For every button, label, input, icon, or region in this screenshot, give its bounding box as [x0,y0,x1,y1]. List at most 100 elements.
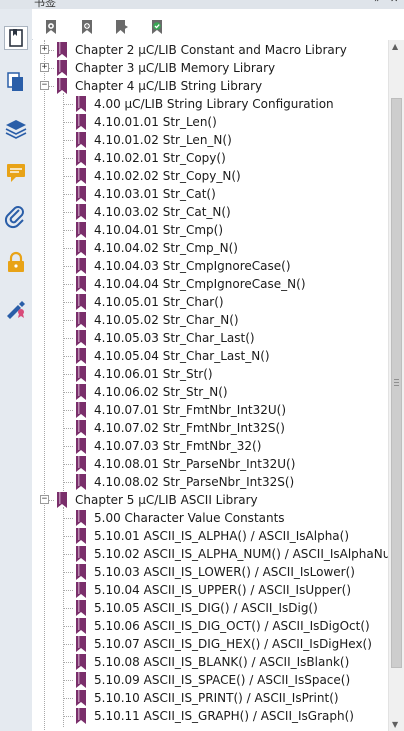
bookmark-item[interactable]: 5.00 Character Value Constants [32,509,388,527]
bookmark-icon [75,654,87,670]
tree-connector-line [63,284,73,285]
tree-connector-line [63,140,73,141]
collapse-toggle-icon[interactable]: − [40,81,49,90]
collapse-panel-button[interactable]: » [374,0,380,5]
bookmark-item[interactable]: 4.10.08.01 Str_ParseNbr_Int32U() [32,455,388,473]
bookmark-label: 4.10.08.01 Str_ParseNbr_Int32U() [94,457,296,471]
bookmark-label: 4.10.04.04 Str_CmpIgnoreCase_N() [94,277,306,291]
tag-bookmark-icon[interactable] [148,18,166,36]
bookmark-icon [75,582,87,598]
bookmark-icon [75,690,87,706]
bookmark-item[interactable]: 4.10.02.02 Str_Copy_N() [32,167,388,185]
bookmark-item[interactable]: 5.10.09 ASCII_IS_SPACE() / ASCII_IsSpace… [32,671,388,689]
expand-toggle-icon[interactable]: + [40,45,49,54]
close-panel-button[interactable]: ✕ [390,0,398,5]
tree-connector-line [63,194,73,195]
bookmark-label: 4.00 µC/LIB String Library Configuration [94,97,334,111]
bookmark-chapter-item[interactable]: − Chapter 5 µC/LIB ASCII Library [32,491,388,509]
expand-bookmark-icon[interactable] [78,18,96,36]
bookmark-tree[interactable]: + Chapter 2 µC/LIB Constant and Macro Lib… [32,40,388,731]
bookmark-icon [75,366,87,382]
bookmark-item[interactable]: 4.10.05.02 Str_Char_N() [32,311,388,329]
tree-connector-line [63,158,73,159]
bookmark-label: 4.10.01.02 Str_Len_N() [94,133,232,147]
collapse-toggle-icon[interactable]: − [40,495,49,504]
bookmark-icon [75,240,87,256]
bookmark-item[interactable]: 5.10.04 ASCII_IS_UPPER() / ASCII_IsUpper… [32,581,388,599]
bookmark-label: 4.10.05.01 Str_Char() [94,295,224,309]
expand-toggle-icon[interactable]: + [40,63,49,72]
bookmark-icon [75,600,87,616]
bookmark-item[interactable]: 4.10.07.01 Str_FmtNbr_Int32U() [32,401,388,419]
bookmark-item[interactable]: 4.10.02.01 Str_Copy() [32,149,388,167]
scrollbar-thumb[interactable] [391,98,402,668]
bookmark-item[interactable]: 5.10.02 ASCII_IS_ALPHA_NUM() / ASCII_IsA… [32,545,388,563]
bookmark-icon [75,456,87,472]
bookmark-item[interactable]: 5.10.10 ASCII_IS_PRINT() / ASCII_IsPrint… [32,689,388,707]
bookmarks-toolbar [32,9,404,39]
tree-connector-line [63,428,73,429]
bookmark-icon [75,564,87,580]
layers-icon[interactable] [4,116,28,140]
bookmark-label: 4.10.08.02 Str_ParseNbr_Int32S() [94,475,295,489]
comments-icon[interactable] [4,161,28,185]
pages-thumbnails-icon[interactable] [4,70,28,94]
bookmark-item[interactable]: 4.10.04.01 Str_Cmp() [32,221,388,239]
bookmark-item[interactable]: 4.10.08.02 Str_ParseNbr_Int32S() [32,473,388,491]
bookmark-item[interactable]: 4.10.04.02 Str_Cmp_N() [32,239,388,257]
security-lock-icon[interactable] [4,250,28,274]
bookmark-item[interactable]: 4.10.07.02 Str_FmtNbr_Int32S() [32,419,388,437]
bookmark-item[interactable]: 4.10.05.01 Str_Char() [32,293,388,311]
tree-connector-line [63,302,73,303]
tree-connector-line [63,248,73,249]
page-view-icon[interactable] [4,26,28,50]
bookmark-chapter-item[interactable]: + Chapter 3 µC/LIB Memory Library [32,59,388,77]
bookmark-item[interactable]: 4.10.07.03 Str_FmtNbr_32() [32,437,388,455]
bookmark-chapter-item[interactable]: + Chapter 2 µC/LIB Constant and Macro Lib… [32,41,388,59]
navigation-sidebar [0,9,33,731]
bookmark-label: 5.10.07 ASCII_IS_DIG_HEX() / ASCII_IsDig… [94,637,372,651]
bookmark-item[interactable]: 5.10.06 ASCII_IS_DIG_OCT() / ASCII_IsDig… [32,617,388,635]
bookmark-icon [75,168,87,184]
bookmark-item[interactable]: 4.10.05.03 Str_Char_Last() [32,329,388,347]
bookmark-icon [75,114,87,130]
bookmark-item[interactable]: 4.10.03.02 Str_Cat_N() [32,203,388,221]
new-bookmark-icon[interactable] [112,18,130,36]
bookmark-item[interactable]: 5.10.08 ASCII_IS_BLANK() / ASCII_IsBlank… [32,653,388,671]
options-icon[interactable] [42,18,60,36]
bookmark-item[interactable]: 4.10.04.04 Str_CmpIgnoreCase_N() [32,275,388,293]
bookmark-item[interactable]: 4.00 µC/LIB String Library Configuration [32,95,388,113]
attachments-icon[interactable] [4,205,28,229]
bookmark-icon [75,258,87,274]
bookmark-item[interactable]: 4.10.06.02 Str_Str_N() [32,383,388,401]
bookmark-item[interactable]: 5.10.07 ASCII_IS_DIG_HEX() / ASCII_IsDig… [32,635,388,653]
bookmark-icon [56,60,68,76]
bookmark-item[interactable]: 5.10.11 ASCII_IS_GRAPH() / ASCII_IsGraph… [32,707,388,725]
bookmark-item[interactable]: 4.10.01.01 Str_Len() [32,113,388,131]
bookmark-item[interactable]: 5.10.01 ASCII_IS_ALPHA() / ASCII_IsAlpha… [32,527,388,545]
bookmark-icon [56,78,68,94]
tree-scrollbar[interactable]: ▲ ▼ [388,40,404,731]
signatures-icon[interactable] [4,295,28,319]
bookmark-label: 5.10.03 ASCII_IS_LOWER() / ASCII_IsLower… [94,565,355,579]
bookmark-item[interactable]: 4.10.04.03 Str_CmpIgnoreCase() [32,257,388,275]
bookmark-item[interactable]: 4.10.06.01 Str_Str() [32,365,388,383]
bookmark-label: 4.10.01.01 Str_Len() [94,115,217,129]
bookmark-icon [75,348,87,364]
bookmark-label: 5.10.11 ASCII_IS_GRAPH() / ASCII_IsGraph… [94,709,354,723]
bookmark-item[interactable]: 4.10.01.02 Str_Len_N() [32,131,388,149]
bookmark-item[interactable]: 5.10.05 ASCII_IS_DIG() / ASCII_IsDig() [32,599,388,617]
bookmark-item[interactable]: 5.10.03 ASCII_IS_LOWER() / ASCII_IsLower… [32,563,388,581]
scroll-up-arrow-icon[interactable]: ▲ [392,42,398,51]
bookmark-label: 4.10.07.03 Str_FmtNbr_32() [94,439,262,453]
bookmark-label: 4.10.03.01 Str_Cat() [94,187,216,201]
bookmark-item[interactable]: 4.10.05.04 Str_Char_Last_N() [32,347,388,365]
tree-connector-line [63,212,73,213]
bookmark-label: 4.10.07.02 Str_FmtNbr_Int32S() [94,421,285,435]
tree-connector-line [63,590,73,591]
bookmark-icon [75,384,87,400]
tree-connector-line [63,230,73,231]
bookmark-chapter-item[interactable]: − Chapter 4 µC/LIB String Library [32,77,388,95]
scroll-down-arrow-icon[interactable]: ▼ [392,720,398,729]
bookmark-item[interactable]: 4.10.03.01 Str_Cat() [32,185,388,203]
